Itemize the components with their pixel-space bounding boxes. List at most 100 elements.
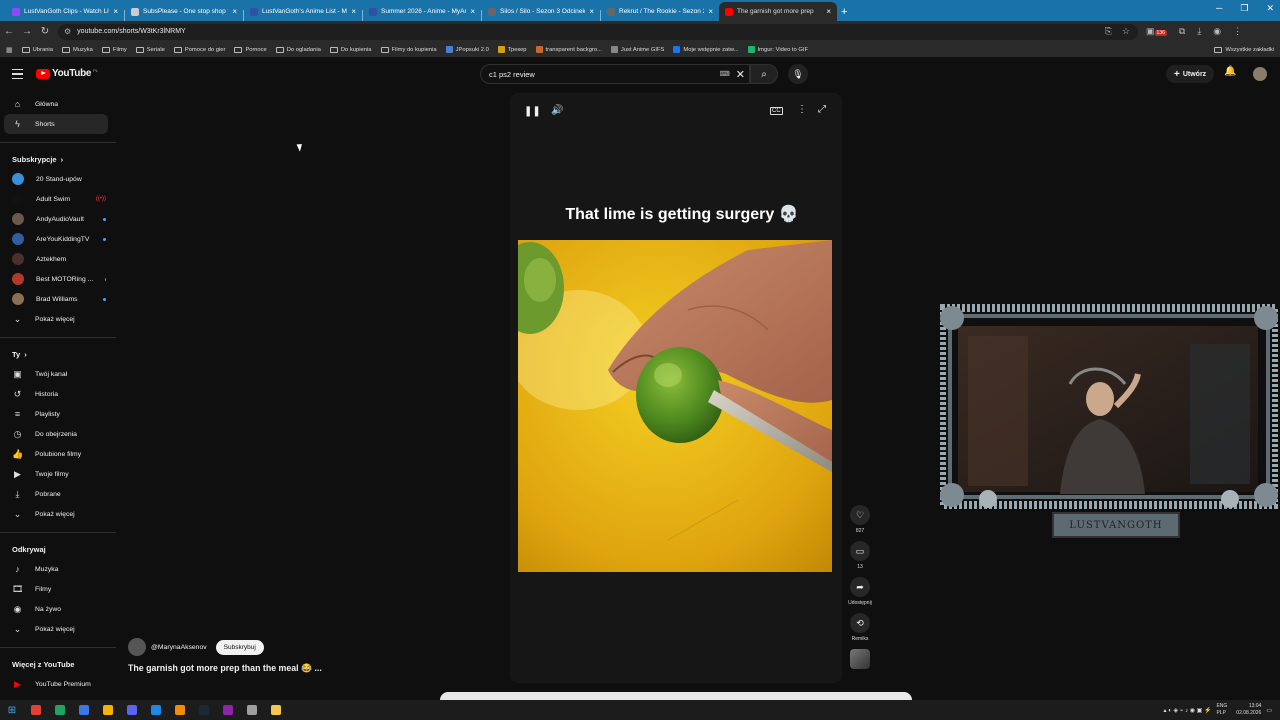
menu-icon[interactable] — [12, 69, 23, 79]
sidebar-item[interactable]: ▣ Twój kanał — [0, 364, 116, 384]
browser-menu-icon[interactable]: ⋮ — [1233, 26, 1242, 37]
comments-button[interactable]: ▭ — [850, 541, 870, 561]
site-info-icon[interactable]: ⚙ — [64, 27, 71, 36]
app-grey-icon[interactable] — [240, 700, 264, 720]
sidebar-section-heading[interactable]: Ty › — [0, 344, 116, 364]
voice-search-button[interactable]: 🎙 — [788, 64, 808, 84]
subscription-item[interactable]: Best MOTORing ... — [0, 269, 116, 289]
sidebar-item[interactable]: ◉ Na żywo — [0, 599, 116, 619]
forward-icon[interactable]: → — [18, 26, 36, 37]
steam-icon[interactable] — [192, 700, 216, 720]
tab-close-icon[interactable]: × — [232, 7, 237, 16]
sidebar-item[interactable]: 👍 Polubione filmy — [0, 444, 116, 464]
explorer-icon[interactable] — [264, 700, 288, 720]
tray-icons[interactable]: ▴ ◐ ◈ ⌁ ♪ ◉ ▣ ⚡ — [1164, 707, 1212, 714]
bookmark-item[interactable]: Muzyka — [61, 46, 93, 53]
tab-close-icon[interactable]: × — [708, 7, 713, 16]
profile-icon[interactable]: ◉ — [1213, 26, 1221, 37]
chrome-icon[interactable] — [24, 700, 48, 720]
clock[interactable]: 13:04 02.08.2026 — [1236, 703, 1261, 717]
tab-close-icon[interactable]: × — [351, 7, 356, 16]
search-button[interactable]: ⌕ — [750, 64, 778, 84]
notification-center-icon[interactable]: ▭ — [1266, 707, 1272, 714]
search-input[interactable]: c1 ps2 review ⌨ ✕ — [480, 64, 750, 84]
app-yellow-icon[interactable] — [96, 700, 120, 720]
bookmark-star-icon[interactable]: ☆ — [1122, 26, 1130, 37]
account-avatar[interactable] — [1253, 67, 1267, 81]
app-teal-icon[interactable] — [144, 700, 168, 720]
sidebar-item[interactable]: ≡ Playlisty — [0, 404, 116, 424]
show-more-button[interactable]: ⌄ Pokaż więcej — [0, 619, 116, 639]
sidebar-item[interactable]: ϟ Shorts — [4, 114, 108, 134]
bookmark-item[interactable]: Filmy — [101, 46, 127, 53]
share-button[interactable]: ➦ — [850, 577, 870, 597]
pause-icon[interactable]: ❚❚ — [524, 106, 541, 117]
new-tab-button[interactable]: + — [841, 2, 847, 21]
sidebar-item[interactable]: ⤓ Pobrane — [0, 484, 116, 504]
bookmark-item[interactable]: Seriale — [135, 46, 165, 53]
bookmark-item[interactable]: Do kupienia — [329, 46, 372, 53]
volume-icon[interactable]: 🔊 — [551, 105, 563, 116]
sidebar-item[interactable]: 🎞 Filmy — [0, 579, 116, 599]
reload-icon[interactable]: ↻ — [36, 26, 54, 37]
downloads-icon[interactable]: ⤓ — [1197, 26, 1201, 37]
bookmark-item[interactable]: Moje wstępnie zatw... — [673, 46, 739, 53]
browser-tab[interactable]: LustVanGoth Clips - Watch Live × — [6, 2, 124, 21]
maximize-icon[interactable]: ❐ — [1240, 3, 1248, 14]
subscription-item[interactable]: Aztekhem — [0, 249, 116, 269]
bookmark-item[interactable]: Do ogladania — [275, 46, 321, 53]
subscription-item[interactable]: AreYouKiddingTV — [0, 229, 116, 249]
video-frame[interactable] — [518, 240, 832, 572]
app-green-icon[interactable] — [48, 700, 72, 720]
back-icon[interactable]: ← — [0, 26, 18, 37]
subscription-item[interactable]: 20 Stand-upów — [0, 169, 116, 189]
app-blue-icon[interactable] — [72, 700, 96, 720]
like-button[interactable]: ♡ — [850, 505, 870, 525]
clear-search-icon[interactable]: ✕ — [736, 68, 749, 81]
discord-icon[interactable] — [120, 700, 144, 720]
bookmark-item[interactable]: JPopsuki 2.0 — [445, 46, 489, 53]
app-purple-icon[interactable] — [216, 700, 240, 720]
sidebar-section-heading[interactable]: Więcej z YouTube — [0, 654, 116, 674]
channel-name[interactable]: @MarynaAksenov — [151, 644, 207, 651]
sidebar-item[interactable]: ⌂ Główna — [0, 94, 116, 114]
browser-tab[interactable]: Summer 2026 - Anime - MyAni × — [363, 2, 481, 21]
captions-icon[interactable]: CC — [770, 107, 783, 115]
bookmark-item[interactable]: Imgur: Video to GIF — [747, 46, 808, 53]
tab-close-icon[interactable]: × — [589, 7, 594, 16]
bookmark-item[interactable]: Ubrania — [21, 46, 53, 53]
browser-tab[interactable]: The garnish got more prep × — [719, 2, 837, 21]
youtube-logo[interactable]: YouTube PL — [36, 68, 98, 79]
remix-button[interactable]: ⟲ — [850, 613, 870, 633]
minimize-icon[interactable]: ─ — [1216, 3, 1222, 14]
sidebar-item[interactable]: ◷ Do obejrzenia — [0, 424, 116, 444]
create-button[interactable]: + Utwórz — [1166, 65, 1215, 83]
url-field[interactable]: ⚙ youtube.com/shorts/W3tKr3lNRMY ⎘ ☆ — [58, 23, 1138, 40]
browser-tab[interactable]: SubsPlease - One stop shop fo × — [125, 2, 243, 21]
browser-tab[interactable]: Rekrut / The Rookie - Sezon 2 × — [601, 2, 719, 21]
video-title[interactable]: The garnish got more prep than the meal … — [128, 663, 322, 674]
sidebar-section-heading[interactable]: Odkrywaj — [0, 539, 116, 559]
all-bookmarks[interactable]: Wszystkie zakładki — [1214, 46, 1280, 53]
subscription-item[interactable]: AndyAudioVault — [0, 209, 116, 229]
bookmark-item[interactable]: Pomoce do gier — [173, 46, 225, 53]
next-short-preview[interactable] — [440, 692, 912, 700]
tab-close-icon[interactable]: × — [826, 7, 831, 16]
tab-close-icon[interactable]: × — [113, 7, 118, 16]
fullscreen-icon[interactable]: ⤢ — [818, 104, 826, 115]
vlc-icon[interactable] — [168, 700, 192, 720]
sound-thumbnail[interactable] — [850, 649, 870, 669]
browser-tab[interactable]: LustVanGoth's Anime List - My × — [244, 2, 362, 21]
tab-close-icon[interactable]: × — [470, 7, 475, 16]
bookmark-item[interactable]: Just Anime GIFS — [610, 46, 664, 53]
notifications-bell-icon[interactable]: 🔔 — [1224, 66, 1236, 77]
bookmark-item[interactable]: Pomoce — [234, 46, 267, 53]
sidebar-item[interactable]: ▶ YouTube Premium — [0, 674, 116, 694]
show-more-button[interactable]: ⌄ Pokaż więcej — [0, 309, 116, 329]
sidebar-item[interactable]: ▶ Twoje filmy — [0, 464, 116, 484]
sidebar-item[interactable]: ♪ Muzyka — [0, 559, 116, 579]
channel-avatar[interactable] — [128, 638, 146, 656]
sidebar-section-heading[interactable]: Subskrypcje › — [0, 149, 116, 169]
apps-grid-icon[interactable]: ▦ — [6, 46, 13, 54]
more-options-icon[interactable]: ⋮ — [797, 104, 807, 115]
